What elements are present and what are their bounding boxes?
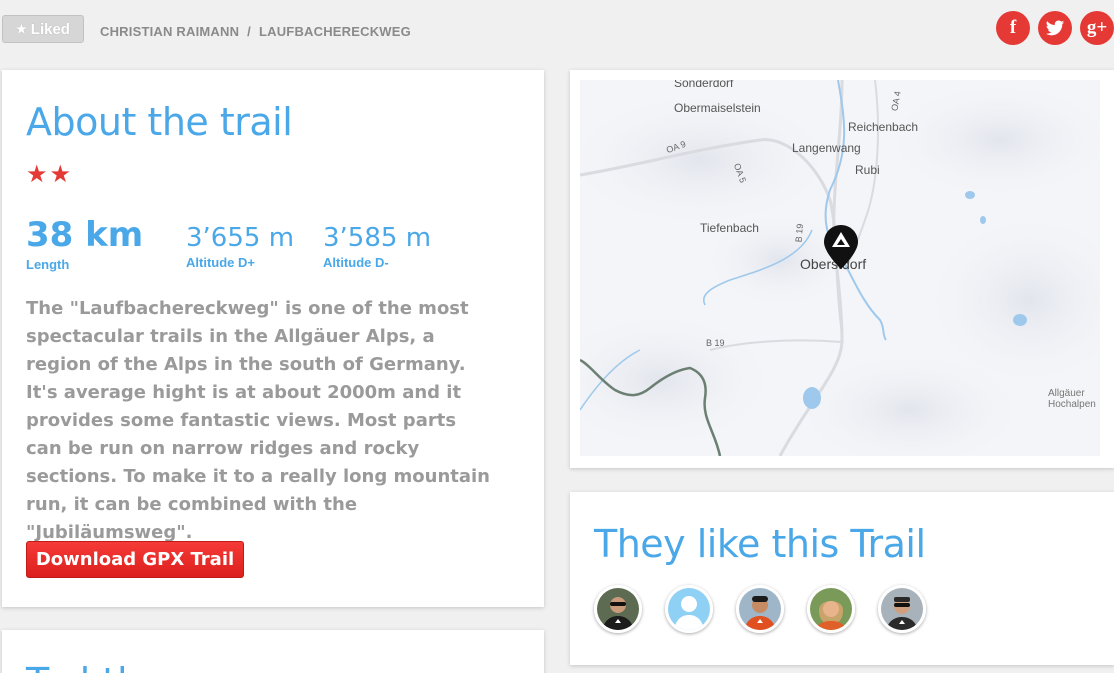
map-label-sonderdorf: Sonderdorf bbox=[674, 80, 734, 90]
about-title: About the trail bbox=[26, 100, 293, 144]
map-road-b19: B 19 bbox=[706, 338, 725, 348]
rating-stars: ★★ bbox=[26, 160, 73, 188]
social-share-buttons: f g+ bbox=[996, 11, 1114, 45]
map-label-allgaeuer: Allgäuer bbox=[1048, 388, 1085, 399]
breadcrumb-author[interactable]: CHRISTIAN RAIMANN bbox=[100, 24, 239, 39]
map-label-reichenbach: Reichenbach bbox=[848, 120, 919, 134]
map-label-rubi: Rubi bbox=[855, 163, 880, 177]
breadcrumb-separator: / bbox=[247, 24, 251, 39]
liker-avatars bbox=[594, 585, 926, 633]
google-plus-icon: g+ bbox=[1086, 17, 1108, 38]
likes-card: They like this Trail bbox=[570, 492, 1114, 665]
liked-label: Liked bbox=[30, 20, 70, 38]
stat-altitude-down-label: Altitude D- bbox=[323, 255, 389, 270]
avatar[interactable] bbox=[594, 585, 642, 633]
avatar[interactable] bbox=[736, 585, 784, 633]
stat-length-value: 38 km bbox=[26, 215, 144, 255]
twitter-icon bbox=[1045, 20, 1065, 36]
avatar[interactable] bbox=[665, 585, 713, 633]
star-icon: ★ bbox=[49, 160, 74, 188]
star-icon: ★ bbox=[26, 160, 50, 188]
trail-map[interactable]: Sonderdorf Obermaiselstein Reichenbach L… bbox=[580, 80, 1100, 456]
twitter-button[interactable] bbox=[1038, 11, 1072, 45]
map-label-langenwang: Langenwang bbox=[792, 141, 861, 155]
liked-button[interactable]: ★ Liked bbox=[2, 15, 84, 43]
google-plus-button[interactable]: g+ bbox=[1080, 11, 1114, 45]
next-section-title: Tod th bbox=[26, 660, 141, 673]
stat-altitude-down: 3’585 m Altitude D- bbox=[323, 215, 431, 270]
download-gpx-button[interactable]: Download GPX Trail bbox=[26, 541, 244, 578]
map-card: Sonderdorf Obermaiselstein Reichenbach L… bbox=[570, 70, 1114, 468]
stat-altitude-up-label: Altitude D+ bbox=[186, 255, 255, 270]
avatar[interactable] bbox=[807, 585, 855, 633]
stat-length-label: Length bbox=[26, 257, 70, 272]
stat-length: 38 km Length bbox=[26, 215, 143, 272]
trail-description: The "Laufbachereckweg" is one of the mos… bbox=[26, 298, 491, 543]
map-road-b19-vertical: B 19 bbox=[793, 223, 806, 243]
star-icon: ★ bbox=[16, 22, 27, 36]
facebook-button[interactable]: f bbox=[996, 11, 1030, 45]
map-pin-icon[interactable] bbox=[823, 224, 859, 270]
map-label-obermaiselstein: Obermaiselstein bbox=[674, 101, 761, 115]
breadcrumb: CHRISTIAN RAIMANN / LAUFBACHERECKWEG bbox=[100, 24, 411, 39]
facebook-icon: f bbox=[1009, 17, 1017, 38]
stat-altitude-up-value: 3’655 m bbox=[186, 223, 295, 253]
map-label-hochalpen: Hochalpen bbox=[1048, 399, 1096, 410]
likes-title: They like this Trail bbox=[594, 522, 926, 566]
breadcrumb-trail[interactable]: LAUFBACHERECKWEG bbox=[259, 24, 411, 39]
map-label-tiefenbach: Tiefenbach bbox=[700, 221, 759, 235]
stat-altitude-down-value: 3’585 m bbox=[323, 223, 432, 253]
next-section-card: Tod th bbox=[2, 630, 544, 673]
avatar[interactable] bbox=[878, 585, 926, 633]
stat-altitude-up: 3’655 m Altitude D+ bbox=[186, 215, 294, 270]
about-trail-card: About the trail ★★ 38 km Length 3’655 m … bbox=[2, 70, 544, 607]
